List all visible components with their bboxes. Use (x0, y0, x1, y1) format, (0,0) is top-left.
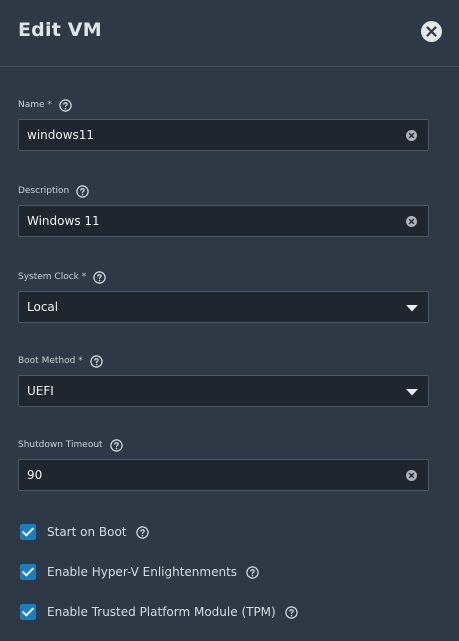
clear-icon[interactable] (406, 216, 417, 227)
name-input[interactable]: windows11 (18, 119, 429, 151)
checkmark-icon (22, 567, 34, 577)
boot-method-value: UEFI (27, 384, 54, 398)
tpm-checkbox[interactable] (20, 604, 36, 620)
chevron-down-icon[interactable] (406, 389, 418, 396)
clear-icon[interactable] (406, 130, 417, 141)
hyperv-checkbox[interactable] (20, 564, 36, 580)
dialog-title: Edit VM (18, 19, 102, 41)
description-input[interactable]: Windows 11 (18, 205, 429, 237)
system-clock-select[interactable]: Local (18, 291, 429, 323)
system-clock-label: System Clock * (18, 272, 87, 282)
clear-icon[interactable] (406, 470, 417, 481)
shutdown-timeout-label: Shutdown Timeout (18, 440, 103, 450)
shutdown-timeout-input[interactable]: 90 (18, 459, 429, 491)
tpm-label[interactable]: Enable Trusted Platform Module (TPM) (47, 605, 276, 619)
boot-method-select[interactable]: UEFI (18, 375, 429, 407)
hyperv-label[interactable]: Enable Hyper-V Enlightenments (47, 565, 237, 579)
help-icon[interactable] (135, 525, 149, 539)
shutdown-timeout-field: Shutdown Timeout 90 (18, 437, 429, 491)
name-value: windows11 (27, 128, 95, 142)
system-clock-field: System Clock * Local (18, 269, 429, 323)
start-on-boot-label[interactable]: Start on Boot (47, 525, 127, 539)
shutdown-timeout-value: 90 (27, 468, 43, 482)
chevron-down-icon[interactable] (406, 305, 418, 312)
dialog-header: Edit VM (0, 0, 459, 67)
help-icon[interactable] (59, 98, 72, 112)
close-icon (426, 26, 437, 37)
start-on-boot-checkbox[interactable] (20, 524, 36, 540)
edit-vm-dialog: Edit VM Name * windows11 Description Win… (0, 0, 459, 641)
close-button[interactable] (421, 21, 442, 42)
help-icon[interactable] (76, 184, 89, 198)
help-icon[interactable] (90, 354, 103, 368)
hyperv-row: Enable Hyper-V Enlightenments (20, 564, 259, 580)
tpm-row: Enable Trusted Platform Module (TPM) (20, 604, 298, 620)
help-icon[interactable] (109, 438, 123, 452)
boot-method-field: Boot Method * UEFI (18, 353, 429, 407)
name-field: Name * windows11 (18, 97, 429, 151)
checkmark-icon (22, 527, 34, 537)
help-icon[interactable] (285, 605, 298, 619)
help-icon[interactable] (93, 270, 106, 284)
name-label: Name * (18, 100, 52, 110)
description-value: Windows 11 (27, 214, 100, 228)
description-field: Description Windows 11 (18, 183, 429, 237)
help-icon[interactable] (246, 565, 259, 579)
boot-method-label: Boot Method * (18, 356, 83, 366)
checkmark-icon (22, 607, 34, 617)
system-clock-value: Local (27, 300, 59, 314)
description-label: Description (18, 186, 70, 196)
start-on-boot-row: Start on Boot (20, 524, 149, 540)
